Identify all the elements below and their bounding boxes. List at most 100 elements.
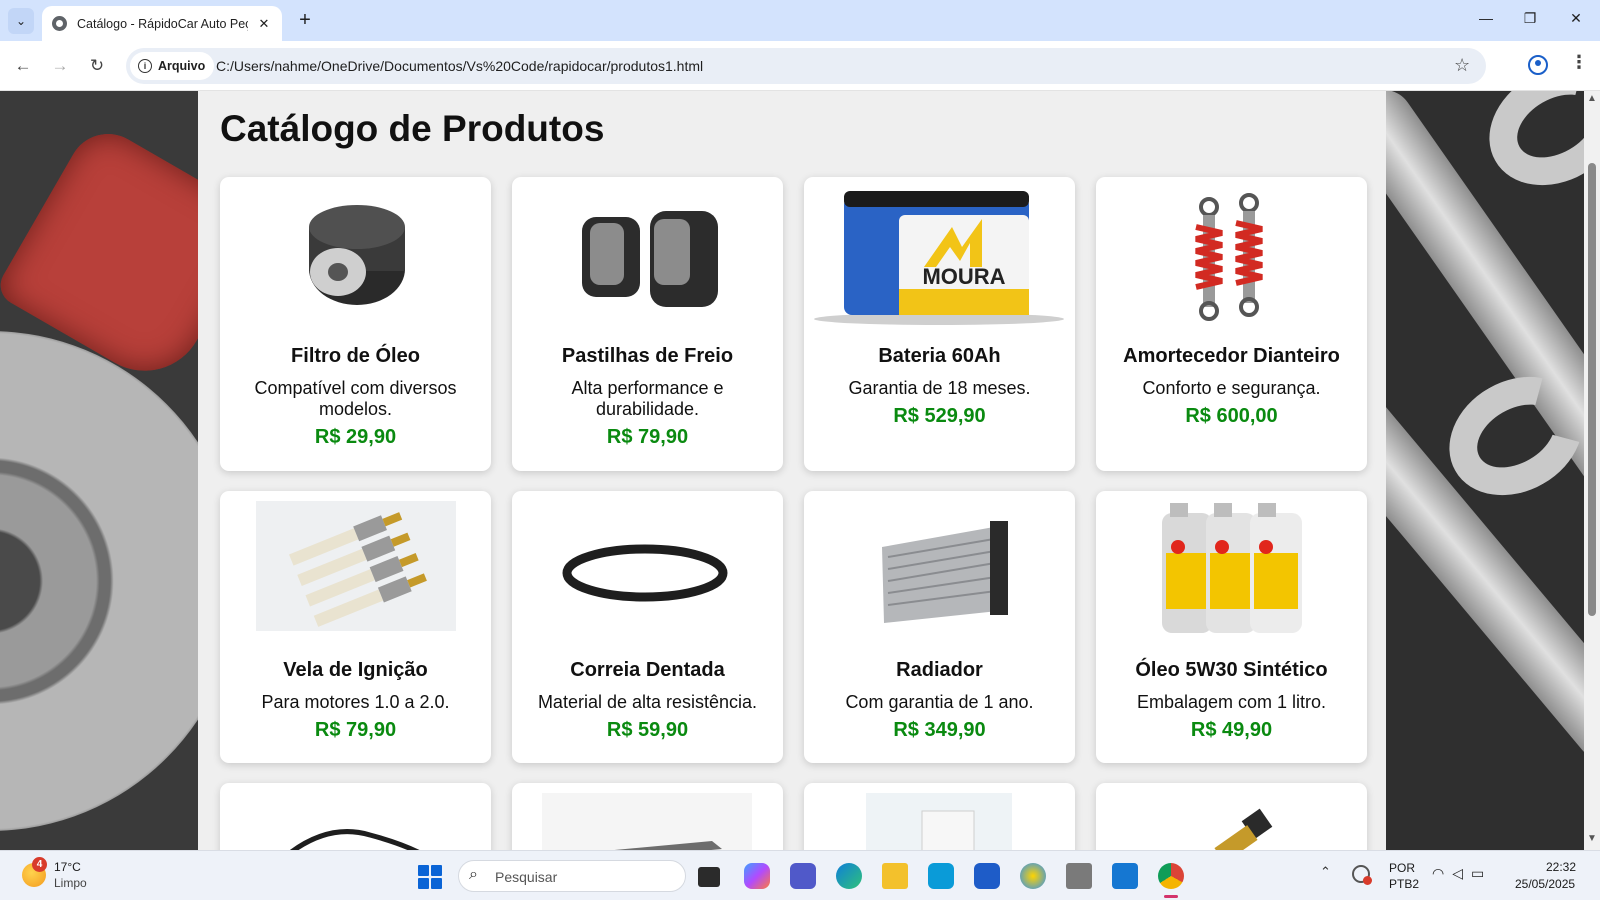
start-button[interactable] bbox=[418, 865, 442, 889]
snipping-tool-icon[interactable] bbox=[1066, 863, 1092, 889]
window-close-button[interactable]: ✕ bbox=[1566, 10, 1586, 27]
wifi-icon[interactable]: ◠ bbox=[1432, 865, 1452, 881]
weather-badge: 4 bbox=[32, 857, 47, 872]
background-wrench-image bbox=[1386, 91, 1584, 850]
product-card-partial[interactable] bbox=[804, 783, 1075, 850]
close-icon[interactable]: ✕ bbox=[256, 16, 272, 32]
language-indicator[interactable]: POR bbox=[1389, 861, 1415, 875]
profile-icon[interactable] bbox=[1528, 55, 1548, 75]
address-bar[interactable]: i Arquivo C:/Users/nahme/OneDrive/Docume… bbox=[126, 48, 1486, 84]
product-description: Com garantia de 1 ano. bbox=[845, 692, 1034, 712]
page-title: Catálogo de Produtos bbox=[220, 108, 605, 149]
info-icon: i bbox=[138, 59, 152, 73]
site-info-label: Arquivo bbox=[158, 59, 206, 73]
chrome-active-indicator bbox=[1164, 895, 1178, 898]
chevron-up-icon[interactable]: ⌃ bbox=[1320, 864, 1331, 880]
clock-time[interactable]: 22:32 bbox=[1546, 860, 1576, 874]
product-price: R$ 349,90 bbox=[893, 719, 986, 741]
product-card[interactable]: Amortecedor Dianteiro Conforto e seguran… bbox=[1096, 177, 1367, 471]
product-card[interactable]: Óleo 5W30 Sintético Embalagem com 1 litr… bbox=[1096, 491, 1367, 763]
vscode-icon[interactable] bbox=[1112, 863, 1138, 889]
taskbar-search-placeholder: Pesquisar bbox=[495, 869, 558, 885]
product-price: R$ 29,90 bbox=[314, 426, 397, 448]
product-image-oil-filter bbox=[220, 177, 491, 327]
oil-bottle-icon bbox=[1162, 503, 1302, 633]
product-name: Radiador bbox=[896, 659, 983, 681]
product-image-oil-bottles bbox=[1096, 491, 1367, 641]
error-badge-icon bbox=[1363, 876, 1372, 885]
product-card-partial[interactable] bbox=[220, 783, 491, 850]
scroll-down-icon[interactable]: ▼ bbox=[1587, 833, 1597, 844]
windows-logo-icon bbox=[431, 865, 442, 876]
new-tab-button[interactable]: + bbox=[294, 9, 316, 32]
tips-icon[interactable] bbox=[1020, 863, 1046, 889]
brake-disc-decor bbox=[0, 331, 198, 831]
system-tray-icons[interactable]: ◠◁▭ bbox=[1432, 865, 1492, 882]
copilot-icon[interactable] bbox=[744, 863, 770, 889]
myhp-icon[interactable] bbox=[928, 863, 954, 889]
chrome-icon[interactable] bbox=[1158, 863, 1184, 889]
more-menu-icon[interactable]: ⋮ bbox=[1570, 52, 1588, 73]
file-explorer-icon[interactable] bbox=[882, 863, 908, 889]
keyboard-layout[interactable]: PTB2 bbox=[1389, 877, 1419, 891]
spark-plug-icon bbox=[256, 501, 456, 631]
bookmark-star-icon[interactable]: ☆ bbox=[1454, 55, 1470, 76]
product-image-shock-absorber bbox=[1096, 177, 1367, 327]
restore-button[interactable]: ❐ bbox=[1520, 10, 1540, 27]
product-description: Compatível com diversos modelos. bbox=[254, 378, 457, 419]
product-image-partial bbox=[1214, 808, 1273, 850]
product-image-partial bbox=[289, 829, 420, 850]
product-image-timing-belt bbox=[512, 491, 783, 641]
product-price: R$ 49,90 bbox=[1190, 719, 1273, 741]
product-description: Para motores 1.0 a 2.0. bbox=[261, 692, 450, 712]
brake-pads-icon bbox=[582, 211, 718, 307]
clock-date[interactable]: 25/05/2025 bbox=[1515, 877, 1575, 891]
product-price: R$ 59,90 bbox=[606, 719, 689, 741]
product-name: Filtro de Óleo bbox=[291, 345, 420, 367]
shock-absorber-icon bbox=[1195, 193, 1263, 321]
reload-button[interactable]: ↻ bbox=[84, 53, 110, 79]
scrollbar-thumb[interactable] bbox=[1588, 163, 1596, 616]
chevron-down-icon: ⌄ bbox=[15, 14, 27, 28]
product-card-partial[interactable] bbox=[512, 783, 783, 850]
product-image-spark-plugs bbox=[220, 491, 491, 641]
product-card[interactable]: Vela de Ignição Para motores 1.0 a 2.0. … bbox=[220, 491, 491, 763]
weather-temperature[interactable]: 17°C bbox=[54, 860, 81, 874]
store-icon[interactable] bbox=[974, 863, 1000, 889]
browser-toolbar: ← → ↻ i Arquivo C:/Users/nahme/OneDrive/… bbox=[0, 41, 1600, 91]
minimize-button[interactable]: — bbox=[1476, 10, 1496, 26]
product-card[interactable]: MOURA Bateria 60Ah Garantia de 18 meses.… bbox=[804, 177, 1075, 471]
windows-logo-icon bbox=[418, 865, 429, 876]
product-card[interactable]: Filtro de Óleo Compatível com diversos m… bbox=[220, 177, 491, 471]
catalog-container: Catálogo de Produtos Filtro de Óleo Comp… bbox=[198, 91, 1386, 850]
browser-tab[interactable]: Catálogo - RápidoCar Auto Peças ✕ bbox=[42, 6, 282, 41]
product-card[interactable]: Pastilhas de Freio Alta performance e du… bbox=[512, 177, 783, 471]
page-scrollbar[interactable]: ▲ ▼ bbox=[1584, 91, 1600, 850]
volume-icon[interactable]: ◁ bbox=[1452, 865, 1471, 881]
back-button[interactable]: ← bbox=[10, 53, 36, 79]
product-name: Óleo 5W30 Sintético bbox=[1135, 659, 1328, 681]
product-name: Amortecedor Dianteiro bbox=[1123, 345, 1340, 367]
teams-icon[interactable] bbox=[790, 863, 816, 889]
scroll-up-icon[interactable]: ▲ bbox=[1587, 93, 1597, 104]
task-view-icon[interactable] bbox=[698, 867, 720, 887]
taskbar: 4 17°C Limpo ⌕ Pesquisar ⌃ POR PTB2 ◠◁▭ … bbox=[0, 850, 1600, 900]
weather-condition[interactable]: Limpo bbox=[54, 876, 87, 890]
product-description: Alta performance e durabilidade. bbox=[571, 378, 724, 419]
forward-button[interactable]: → bbox=[47, 53, 73, 79]
battery-icon: MOURA bbox=[814, 191, 1064, 325]
edge-icon[interactable] bbox=[836, 863, 862, 889]
taskbar-search[interactable]: ⌕ Pesquisar bbox=[458, 860, 686, 892]
product-card[interactable]: Radiador Com garantia de 1 ano. R$ 349,9… bbox=[804, 491, 1075, 763]
tab-search-button[interactable]: ⌄ bbox=[8, 8, 34, 34]
product-name: Pastilhas de Freio bbox=[561, 345, 734, 367]
browser-tab-bar: ⌄ Catálogo - RápidoCar Auto Peças ✕ + — … bbox=[0, 0, 1600, 41]
windows-logo-icon bbox=[431, 878, 442, 889]
product-card-partial[interactable] bbox=[1096, 783, 1367, 850]
product-card[interactable]: Correia Dentada Material de alta resistê… bbox=[512, 491, 783, 763]
url-text[interactable]: C:/Users/nahme/OneDrive/Documentos/Vs%20… bbox=[216, 58, 703, 74]
wrench-head-decor bbox=[1467, 91, 1584, 209]
battery-icon[interactable]: ▭ bbox=[1471, 865, 1492, 881]
product-description: Embalagem com 1 litro. bbox=[1136, 692, 1327, 712]
site-info-chip[interactable]: i Arquivo bbox=[130, 52, 215, 80]
